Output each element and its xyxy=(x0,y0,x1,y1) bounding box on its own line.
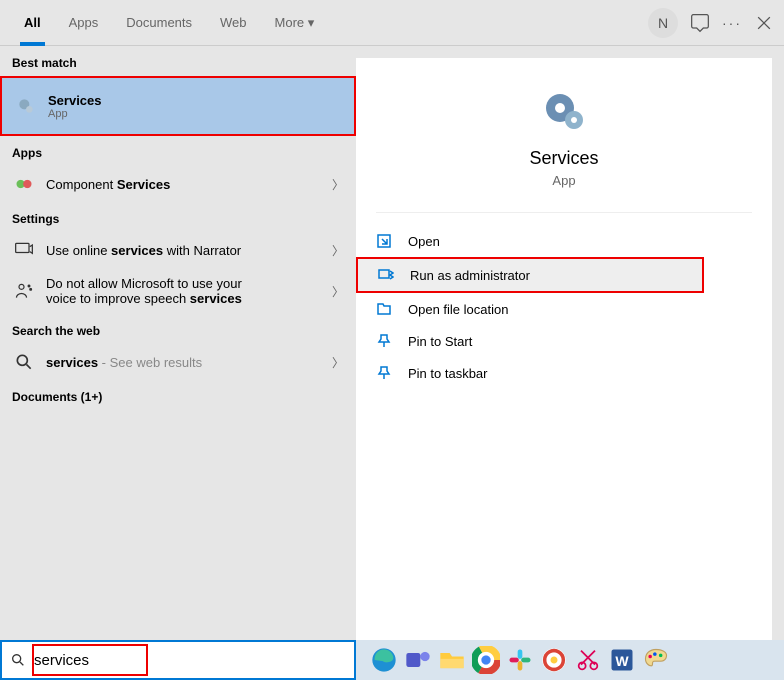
details-subtitle: App xyxy=(356,173,772,188)
close-icon[interactable] xyxy=(754,13,774,33)
services-large-icon xyxy=(540,88,588,136)
taskbar: W xyxy=(0,640,784,680)
result-setting-speech[interactable]: Do not allow Microsoft to use your voice… xyxy=(0,268,356,314)
result-services-app[interactable]: Services App xyxy=(0,76,356,136)
top-tab-bar: All Apps Documents Web More ▾ N ··· xyxy=(0,0,784,46)
speech-icon xyxy=(14,281,34,301)
result-component-services[interactable]: Component Services 〉 xyxy=(0,166,356,202)
taskbar-paint-icon[interactable] xyxy=(642,646,670,674)
section-best-match: Best match xyxy=(0,46,356,76)
text-bold: services xyxy=(46,355,98,370)
tab-all[interactable]: All xyxy=(10,0,55,46)
folder-icon xyxy=(376,301,392,317)
section-documents: Documents (1+) xyxy=(0,380,356,410)
section-settings: Settings xyxy=(0,202,356,232)
search-icon xyxy=(10,652,26,668)
taskbar-chrome-icon[interactable] xyxy=(472,646,500,674)
feedback-icon[interactable] xyxy=(690,13,710,33)
details-title: Services xyxy=(356,148,772,169)
text-bold: services xyxy=(111,243,163,258)
taskbar-snip-icon[interactable] xyxy=(574,646,602,674)
chevron-right-icon: 〉 xyxy=(332,242,344,259)
action-label: Pin to Start xyxy=(408,334,472,349)
section-search-web: Search the web xyxy=(0,314,356,344)
text: Do not allow Microsoft to use your xyxy=(46,276,332,291)
action-label: Open file location xyxy=(408,302,508,317)
tab-documents[interactable]: Documents xyxy=(112,0,206,46)
user-avatar[interactable]: N xyxy=(648,8,678,38)
result-web-search[interactable]: services - See web results 〉 xyxy=(0,344,356,380)
text-bold: services xyxy=(190,291,242,306)
taskbar-edge-icon[interactable] xyxy=(370,646,398,674)
text: Component xyxy=(46,177,117,192)
action-open[interactable]: Open xyxy=(356,225,772,257)
more-options-icon[interactable]: ··· xyxy=(722,13,742,33)
text: - See web results xyxy=(98,355,202,370)
admin-shield-icon xyxy=(378,267,394,283)
details-action-list: Open Run as administrator Open file loca… xyxy=(356,225,772,389)
section-apps: Apps xyxy=(0,136,356,166)
taskbar-file-explorer-icon[interactable] xyxy=(438,646,466,674)
result-label: Use online services with Narrator xyxy=(46,243,332,258)
action-label: Run as administrator xyxy=(410,268,530,283)
action-open-file-location[interactable]: Open file location xyxy=(356,293,772,325)
result-label: Do not allow Microsoft to use your voice… xyxy=(46,276,332,306)
gear-icon xyxy=(16,96,36,116)
pin-icon xyxy=(376,333,392,349)
action-pin-to-taskbar[interactable]: Pin to taskbar xyxy=(356,357,772,389)
chevron-right-icon: 〉 xyxy=(332,354,344,371)
chevron-right-icon: 〉 xyxy=(332,176,344,193)
result-label: Component Services xyxy=(46,177,332,192)
taskbar-app-icon[interactable] xyxy=(540,646,568,674)
search-input[interactable] xyxy=(34,652,346,669)
taskbar-search-box[interactable] xyxy=(0,640,356,680)
component-services-icon xyxy=(14,174,34,194)
action-pin-to-start[interactable]: Pin to Start xyxy=(356,325,772,357)
text: with Narrator xyxy=(163,243,241,258)
action-label: Pin to taskbar xyxy=(408,366,488,381)
details-panel: Services App Open Run as administrator O… xyxy=(356,58,772,640)
taskbar-slack-icon[interactable] xyxy=(506,646,534,674)
result-subtitle: App xyxy=(48,108,342,120)
tab-more-label: More xyxy=(275,15,305,30)
result-setting-narrator[interactable]: Use online services with Narrator 〉 xyxy=(0,232,356,268)
text: Use online xyxy=(46,243,111,258)
tab-more[interactable]: More ▾ xyxy=(261,0,329,46)
search-results-panel: Best match Services App Apps Component S… xyxy=(0,46,356,640)
taskbar-pinned-apps: W xyxy=(356,646,670,674)
result-label: services - See web results xyxy=(46,355,332,370)
action-run-as-administrator[interactable]: Run as administrator xyxy=(356,257,704,293)
open-icon xyxy=(376,233,392,249)
taskbar-word-icon[interactable]: W xyxy=(608,646,636,674)
svg-text:W: W xyxy=(615,653,629,669)
pin-icon xyxy=(376,365,392,381)
tab-web[interactable]: Web xyxy=(206,0,261,46)
taskbar-teams-icon[interactable] xyxy=(404,646,432,674)
result-title: Services xyxy=(48,93,342,108)
display-icon xyxy=(14,240,34,260)
action-label: Open xyxy=(408,234,440,249)
search-icon xyxy=(14,352,34,372)
tab-apps[interactable]: Apps xyxy=(55,0,113,46)
text-bold: Services xyxy=(117,177,171,192)
chevron-right-icon: 〉 xyxy=(332,283,344,300)
text: voice to improve speech xyxy=(46,291,190,306)
